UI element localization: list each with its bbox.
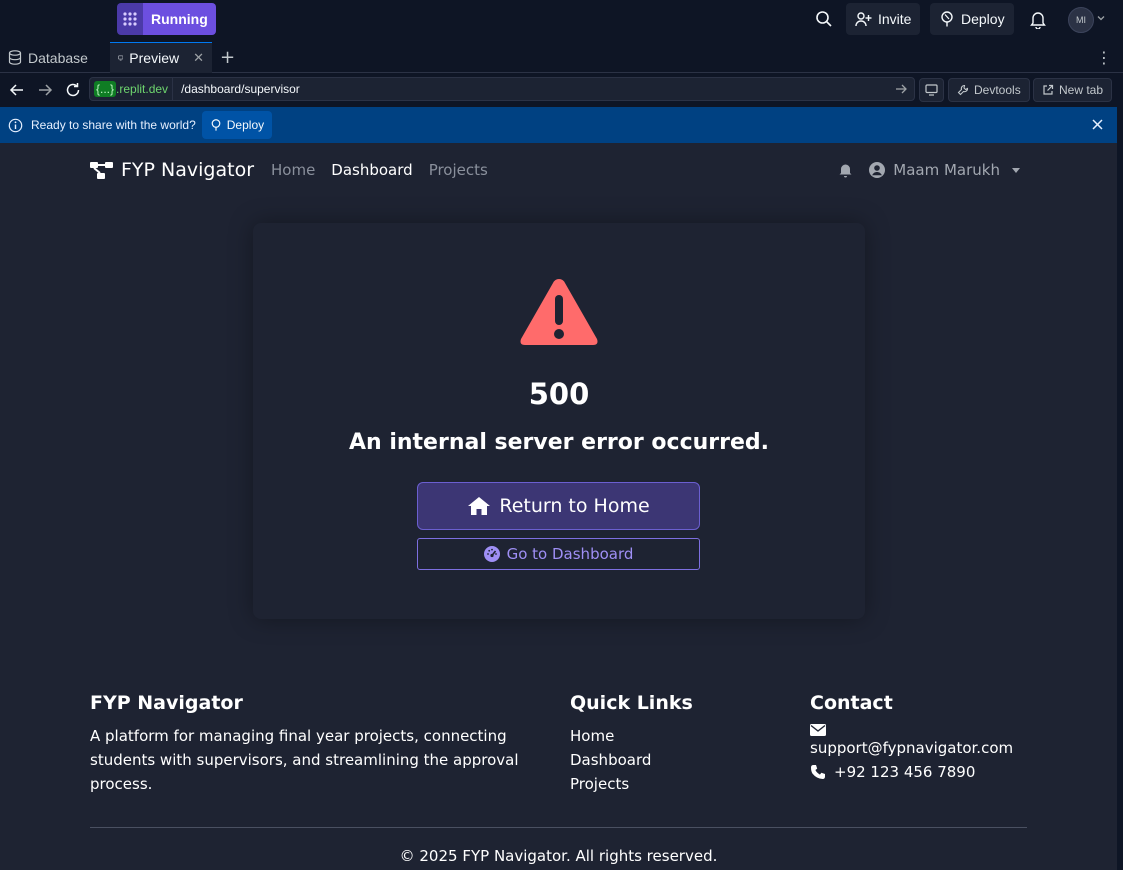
- brand-name: FYP Navigator: [121, 159, 254, 181]
- url-path[interactable]: /dashboard/supervisor: [173, 82, 894, 96]
- preview-page: FYP Navigator Home Dashboard Projects Ma…: [0, 143, 1117, 870]
- footer-copyright: © 2025 FYP Navigator. All rights reserve…: [399, 847, 718, 865]
- go-dashboard-label: Go to Dashboard: [506, 545, 634, 563]
- project-diagram-icon: [90, 161, 113, 179]
- url-host-text: .replit.dev: [116, 82, 169, 96]
- go-dashboard-button[interactable]: Go to Dashboard: [417, 538, 700, 570]
- run-grid-icon: [117, 3, 143, 35]
- footer-contact-title: Contact: [810, 692, 893, 714]
- share-banner: Ready to share with the world? Deploy: [0, 107, 1117, 143]
- notifications-bell-icon[interactable]: [1029, 9, 1047, 29]
- add-tab-icon[interactable]: +: [220, 47, 235, 68]
- more-options-icon[interactable]: ⋮: [1096, 48, 1112, 67]
- user-name: Maam Marukh: [893, 161, 1000, 179]
- add-user-icon: [855, 12, 872, 27]
- deploy-button[interactable]: Deploy: [930, 3, 1014, 35]
- invite-label: Invite: [878, 11, 912, 27]
- run-status-label: Running: [143, 3, 216, 35]
- devtools-label: Devtools: [974, 83, 1021, 97]
- info-icon: [8, 118, 23, 132]
- tab-database-label: Database: [28, 49, 88, 66]
- home-icon: [468, 497, 491, 515]
- chevron-down-icon[interactable]: [1096, 13, 1106, 23]
- user-menu-toggle[interactable]: Maam Marukh: [869, 161, 1020, 179]
- deploy-icon: [941, 11, 953, 27]
- footer-divider: [90, 827, 1027, 828]
- close-tab-icon[interactable]: ✕: [193, 50, 204, 66]
- nav-link-dashboard[interactable]: Dashboard: [331, 161, 412, 179]
- url-field[interactable]: {...} .replit.dev /dashboard/supervisor: [89, 77, 915, 101]
- new-tab-label: New tab: [1059, 83, 1104, 97]
- banner-deploy-button[interactable]: Deploy: [201, 111, 273, 139]
- go-arrow-icon[interactable]: [894, 82, 908, 96]
- run-status-button[interactable]: Running: [117, 3, 216, 35]
- caret-down-icon: [1012, 167, 1020, 173]
- footer-link-projects[interactable]: Projects: [570, 772, 770, 796]
- contact-email-text: support@fypnavigator.com: [810, 739, 1014, 757]
- footer-links-title: Quick Links: [570, 692, 693, 714]
- contact-email[interactable]: support@fypnavigator.com: [810, 736, 1030, 760]
- footer-about-title: FYP Navigator: [90, 692, 243, 714]
- nav-link-home[interactable]: Home: [271, 161, 315, 179]
- error-card: 500 An internal server error occurred. R…: [253, 223, 865, 619]
- site-navbar: FYP Navigator Home Dashboard Projects Ma…: [90, 159, 1030, 183]
- url-braces: {...}: [94, 81, 117, 97]
- warning-triangle-icon: [520, 279, 598, 345]
- nav-link-projects[interactable]: Projects: [429, 161, 488, 179]
- gauge-icon: [483, 546, 500, 562]
- footer-contact: Contact support@fypnavigator.com +92 123…: [810, 692, 1030, 784]
- reload-icon[interactable]: [64, 81, 82, 99]
- monitor-icon: [118, 55, 124, 61]
- deploy-icon: [211, 119, 221, 131]
- workspace-header: Running Invite Deploy MI: [0, 0, 1123, 40]
- screen-icon: [925, 84, 938, 96]
- site-brand[interactable]: FYP Navigator: [90, 159, 254, 181]
- footer-link-dashboard[interactable]: Dashboard: [570, 748, 770, 772]
- back-arrow-icon[interactable]: [8, 81, 26, 99]
- preview-scrollbar[interactable]: [1117, 143, 1123, 870]
- wrench-icon: [957, 84, 969, 96]
- banner-text: Ready to share with the world?: [31, 118, 196, 132]
- search-icon[interactable]: [814, 9, 834, 29]
- close-icon[interactable]: [1091, 118, 1104, 131]
- device-preview-button[interactable]: [919, 78, 944, 102]
- tab-preview[interactable]: Preview ✕: [110, 42, 212, 73]
- footer-link-home[interactable]: Home: [570, 724, 770, 748]
- tab-database[interactable]: Database: [0, 42, 110, 73]
- notification-bell-icon[interactable]: [838, 162, 853, 178]
- devtools-button[interactable]: Devtools: [948, 78, 1030, 102]
- footer-quick-links: Quick Links Home Dashboard Projects: [570, 692, 770, 796]
- footer-about-text: A platform for managing final year proje…: [90, 727, 519, 793]
- banner-deploy-label: Deploy: [226, 118, 265, 132]
- envelope-icon: [810, 724, 826, 736]
- user-avatar[interactable]: MI: [1068, 7, 1094, 33]
- new-tab-button[interactable]: New tab: [1033, 78, 1113, 102]
- database-icon: [8, 50, 22, 65]
- return-home-label: Return to Home: [499, 495, 650, 517]
- nav-user-area: Maam Marukh: [838, 161, 1020, 179]
- return-home-button[interactable]: Return to Home: [417, 482, 700, 530]
- url-host: {...} .replit.dev: [90, 78, 174, 100]
- forward-arrow-icon[interactable]: [36, 81, 54, 99]
- phone-icon: [811, 765, 825, 779]
- invite-button[interactable]: Invite: [846, 3, 921, 35]
- error-code: 500: [528, 377, 590, 411]
- contact-email-icon-row: [810, 724, 1030, 736]
- contact-phone: +92 123 456 7890: [810, 760, 1030, 784]
- footer-about: FYP Navigator A platform for managing fi…: [90, 692, 530, 796]
- preview-url-bar: {...} .replit.dev /dashboard/supervisor …: [0, 74, 1123, 106]
- pane-tab-bar: Database Preview ✕ + ⋮: [0, 42, 1123, 73]
- error-message: An internal server error occurred.: [348, 430, 769, 455]
- deploy-label: Deploy: [961, 11, 1005, 27]
- external-link-icon: [1043, 84, 1054, 95]
- site-nav-links: Home Dashboard Projects: [271, 161, 488, 179]
- user-circle-icon: [869, 162, 886, 178]
- tab-preview-label: Preview: [129, 50, 180, 66]
- contact-phone-text: +92 123 456 7890: [834, 763, 976, 781]
